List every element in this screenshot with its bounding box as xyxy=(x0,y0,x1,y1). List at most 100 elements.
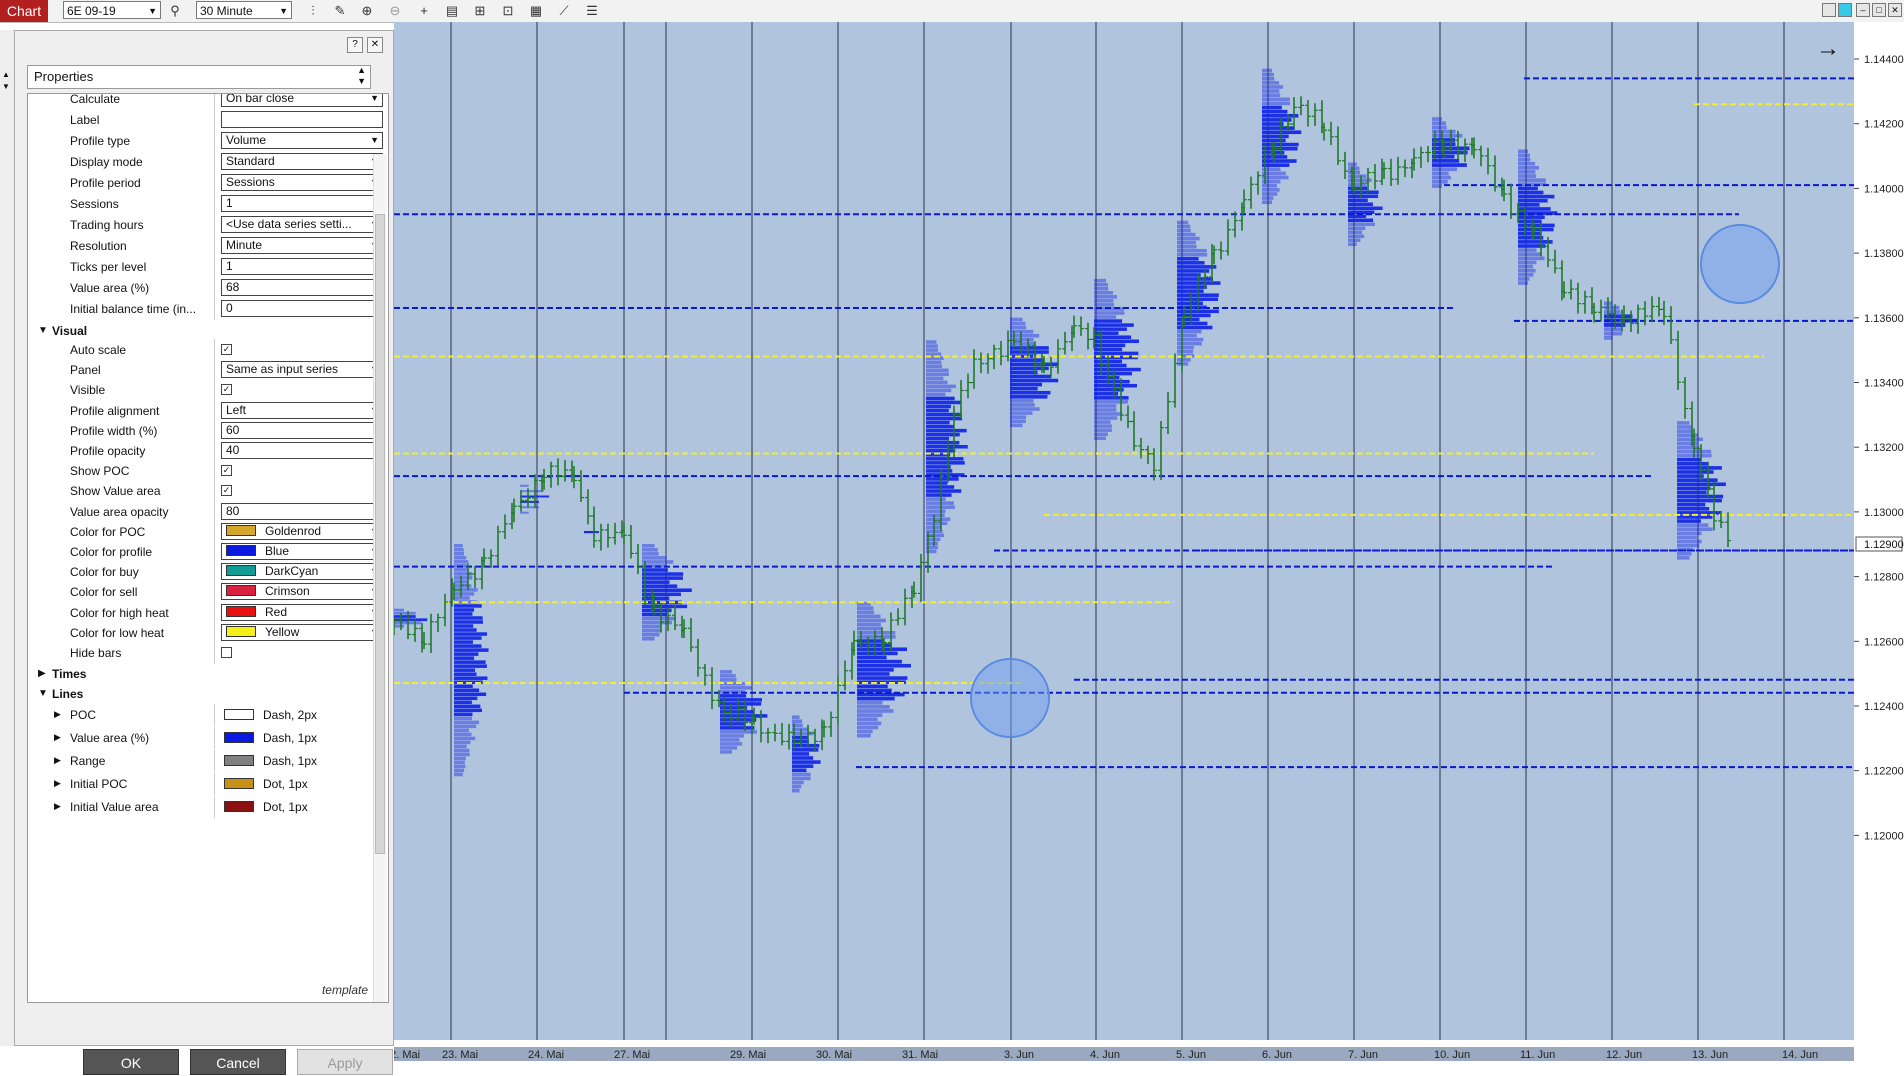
color-select[interactable]: Red▼ xyxy=(221,603,383,621)
chart-tab[interactable]: Chart xyxy=(0,0,48,22)
property-row[interactable]: Color for high heat Red▼ xyxy=(28,601,383,624)
property-row[interactable]: Auto scale ✓ xyxy=(28,339,372,361)
property-select[interactable]: On bar close ▼ xyxy=(221,94,383,107)
property-input[interactable]: 68 xyxy=(221,279,383,296)
color-select[interactable]: Yellow▼ xyxy=(221,623,383,641)
bar-type-icon[interactable]: ⫶ xyxy=(304,2,322,20)
property-select[interactable]: <Use data series setti...▼ xyxy=(221,216,383,233)
price-chart[interactable]: → 1.14400 1.14200 1.14000 1.13800 1.13600 1.1… xyxy=(394,22,1904,1070)
color-select[interactable]: Goldenrod▼ xyxy=(221,522,383,540)
data-box-icon[interactable]: ▤ xyxy=(443,2,461,20)
search-icon[interactable]: ⚲ xyxy=(166,2,184,20)
property-row[interactable]: Color for POC Goldenrod▼ xyxy=(28,520,383,543)
chart-trader-icon[interactable]: ⊞ xyxy=(471,2,489,20)
property-checkbox[interactable] xyxy=(221,647,232,658)
drawing-tools-icon[interactable]: ⟋ xyxy=(555,2,573,20)
property-row[interactable]: Initial balance time (in... 0 xyxy=(28,298,383,320)
window-color-icon[interactable] xyxy=(1822,3,1836,17)
property-row[interactable]: Panel Same as input series▼ xyxy=(28,359,383,382)
property-select[interactable]: Minute▼ xyxy=(221,237,383,254)
color-swatch xyxy=(226,565,256,577)
property-row[interactable]: Color for buy DarkCyan▼ xyxy=(28,561,383,584)
property-row[interactable]: Show Value area ✓ xyxy=(28,480,372,503)
color-select[interactable]: Crimson▼ xyxy=(221,583,383,601)
indicators-icon[interactable]: ⊡ xyxy=(499,2,517,20)
property-row[interactable]: Calculate On bar close ▼ xyxy=(28,94,383,110)
property-row[interactable]: Color for sell Crimson▼ xyxy=(28,581,383,604)
property-row[interactable]: Profile alignment Left▼ xyxy=(28,399,383,422)
zoom-in-icon[interactable]: ⊕ xyxy=(358,2,376,20)
maximize-icon[interactable]: □ xyxy=(1872,3,1886,17)
arrow-right-icon[interactable]: → xyxy=(1816,35,1840,62)
property-input[interactable] xyxy=(221,111,383,128)
line-style-row[interactable]: ▶ Value area (%) Dash, 1px xyxy=(28,727,372,750)
property-row[interactable]: Color for low heat Yellow▼ xyxy=(28,621,383,644)
property-row[interactable]: Profile type Volume ▼ xyxy=(28,130,383,152)
ok-button[interactable]: OK xyxy=(83,1049,179,1075)
property-row[interactable]: Color for profile Blue▼ xyxy=(28,541,383,563)
property-input[interactable]: 80 xyxy=(221,502,383,520)
line-style-row[interactable]: ▶ Initial Value area Dot, 1px xyxy=(28,796,372,819)
profile-level xyxy=(1094,335,1132,339)
property-row[interactable]: Profile width (%) 60 xyxy=(28,419,383,442)
window-color-cyan-icon[interactable] xyxy=(1838,3,1852,17)
property-row[interactable]: Trading hours <Use data series setti...▼ xyxy=(28,214,383,236)
property-checkbox[interactable]: ✓ xyxy=(221,344,232,355)
grid-separator xyxy=(214,773,215,796)
line-style-row[interactable]: ▶ Range Dash, 1px xyxy=(28,750,372,773)
property-row[interactable]: Display mode Standard▼ xyxy=(28,151,383,173)
template-link[interactable]: template xyxy=(322,983,368,997)
property-row[interactable]: Resolution Minute▼ xyxy=(28,235,383,257)
close-icon[interactable]: ✕ xyxy=(367,37,383,53)
property-row[interactable]: Sessions 1 xyxy=(28,193,383,215)
property-row[interactable]: Label xyxy=(28,109,383,131)
property-checkbox[interactable]: ✓ xyxy=(221,485,232,497)
properties-list-icon[interactable]: ☰ xyxy=(583,2,601,20)
category-lines[interactable]: ▼ Lines xyxy=(28,683,372,705)
property-input[interactable]: 40 xyxy=(221,442,383,459)
property-select[interactable]: Sessions▼ xyxy=(221,174,383,191)
strategies-icon[interactable]: ▦ xyxy=(527,2,545,20)
property-input[interactable]: 60 xyxy=(221,421,383,439)
strip-scroll-down-icon[interactable]: ▼ xyxy=(2,82,10,91)
property-checkbox[interactable]: ✓ xyxy=(221,465,232,477)
price-label: 1.14200 xyxy=(1864,119,1904,131)
property-select[interactable]: Volume ▼ xyxy=(221,132,383,149)
property-select[interactable]: Left▼ xyxy=(221,401,383,419)
property-row[interactable]: Visible ✓ xyxy=(28,379,372,402)
draw-pencil-icon[interactable]: ✎ xyxy=(331,2,349,20)
line-style-text: Dash, 2px xyxy=(263,708,318,723)
line-style-row[interactable]: ▶ Initial POC Dot, 1px xyxy=(28,773,372,796)
line-style-row[interactable]: ▶ POC Dash, 2px xyxy=(28,704,372,727)
interval-selector[interactable]: 30 Minute ▼ xyxy=(196,1,292,19)
properties-scrollbar[interactable] xyxy=(373,154,386,1002)
property-row[interactable]: Value area opacity 80 xyxy=(28,500,383,523)
sort-arrows-icon[interactable]: ▲ ▼ xyxy=(357,65,366,87)
property-select[interactable]: Same as input series▼ xyxy=(221,361,383,379)
property-checkbox[interactable]: ✓ xyxy=(221,384,232,396)
property-select[interactable]: Standard▼ xyxy=(221,153,383,170)
color-select[interactable]: Blue▼ xyxy=(221,543,383,560)
minimize-icon[interactable]: – xyxy=(1856,3,1870,17)
property-row[interactable]: Ticks per level 1 xyxy=(28,256,383,278)
strip-scroll-up-icon[interactable]: ▲ xyxy=(2,70,10,79)
color-select[interactable]: DarkCyan▼ xyxy=(221,563,383,581)
property-row[interactable]: Profile opacity 40 xyxy=(28,440,383,462)
scrollbar-thumb[interactable] xyxy=(375,214,385,854)
category-times[interactable]: ▶ Times xyxy=(28,663,372,685)
help-icon[interactable]: ? xyxy=(347,37,363,53)
property-input[interactable]: 1 xyxy=(221,195,383,212)
property-row[interactable]: Show POC ✓ xyxy=(28,460,372,483)
profile-level xyxy=(454,724,477,729)
crosshair-icon[interactable]: + xyxy=(415,2,433,20)
property-row[interactable]: Value area (%) 68 xyxy=(28,277,383,299)
property-row[interactable]: Profile period Sessions▼ xyxy=(28,172,383,194)
property-row[interactable]: Hide bars xyxy=(28,642,372,664)
zoom-out-icon[interactable]: ⊖ xyxy=(386,2,404,20)
apply-button[interactable]: Apply xyxy=(297,1049,393,1075)
property-input[interactable]: 1 xyxy=(221,258,383,275)
property-input[interactable]: 0 xyxy=(221,300,383,317)
instrument-selector[interactable]: 6E 09-19 ▼ xyxy=(63,1,161,19)
cancel-button[interactable]: Cancel xyxy=(190,1049,286,1075)
close-window-icon[interactable]: ✕ xyxy=(1888,3,1902,17)
